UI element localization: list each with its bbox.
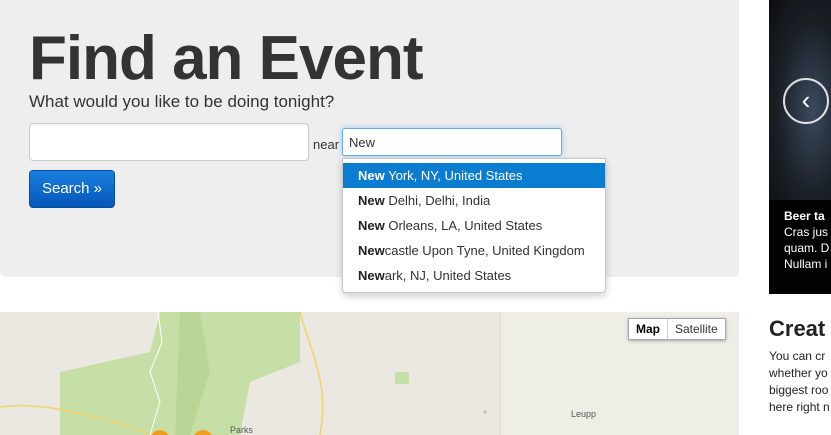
map-label-parks: Parks <box>230 425 254 435</box>
map-type-toggle: Map Satellite <box>628 318 726 340</box>
suggestion-match: New <box>358 268 385 283</box>
suggestion-rest: Orleans, LA, United States <box>384 218 543 233</box>
caption-line: quam. D <box>784 241 830 255</box>
page-subtitle: What would you like to be doing tonight? <box>29 92 335 111</box>
map-type-map-button[interactable]: Map <box>629 319 668 339</box>
location-input[interactable] <box>342 128 562 156</box>
suggestion-match: New <box>358 193 385 208</box>
suggestion-match: New <box>358 168 385 183</box>
create-line: You can cr <box>769 349 826 363</box>
carousel-caption: Beer ta Cras jus quam. D Nullam i <box>769 200 831 294</box>
suggestion-item[interactable]: New York, NY, United States <box>343 163 605 188</box>
create-section-body: You can cr whether yo biggest roo here r… <box>769 348 830 416</box>
suggestion-match: New <box>358 243 385 258</box>
featured-carousel[interactable]: ‹ Beer ta Cras jus quam. D Nullam i <box>769 0 831 294</box>
chevron-left-icon[interactable]: ‹ <box>783 78 829 124</box>
event-search-input[interactable] <box>29 123 309 161</box>
caption-line: Cras jus <box>784 225 829 239</box>
location-suggestions-dropdown: New York, NY, United States New Delhi, D… <box>342 158 606 293</box>
suggestion-rest: ark, NJ, United States <box>384 268 512 283</box>
caption-title: Beer ta <box>784 209 825 223</box>
suggestion-rest: York, NY, United States <box>384 168 523 183</box>
create-line: here right n <box>769 400 830 414</box>
suggestion-item[interactable]: Newark, NJ, United States <box>343 263 605 288</box>
caption-line: Nullam i <box>784 257 828 271</box>
map-label-leupp: Leupp <box>571 409 597 419</box>
suggestion-item[interactable]: New Delhi, Delhi, India <box>343 188 605 213</box>
create-line: biggest roo <box>769 383 829 397</box>
create-section-title: Creat <box>769 316 826 341</box>
suggestion-rest: castle Upon Tyne, United Kingdom <box>384 243 585 258</box>
create-line: whether yo <box>769 366 828 380</box>
search-button[interactable]: Search » <box>29 170 115 208</box>
map-type-satellite-button[interactable]: Satellite <box>668 319 725 339</box>
suggestion-item[interactable]: New Orleans, LA, United States <box>343 213 605 238</box>
suggestion-match: New <box>358 218 385 233</box>
near-label: near <box>313 137 340 152</box>
suggestion-rest: Delhi, Delhi, India <box>384 193 491 208</box>
page-title: Find an Event <box>29 24 423 93</box>
suggestion-item[interactable]: Newcastle Upon Tyne, United Kingdom <box>343 238 605 263</box>
